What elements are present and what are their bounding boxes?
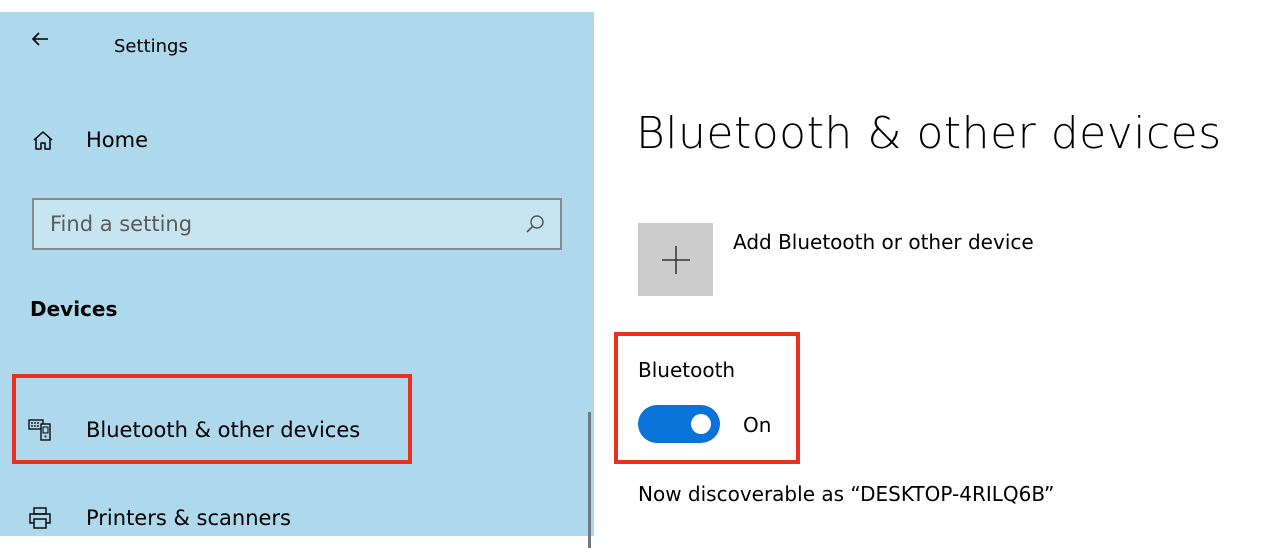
sidebar-scrollbar[interactable] (588, 412, 591, 548)
search-icon[interactable] (524, 213, 546, 235)
app-title: Settings (114, 36, 188, 57)
toggle-knob (691, 414, 711, 434)
discoverable-status: Now discoverable as “DESKTOP-4RILQ6B” (638, 482, 1055, 506)
add-device-label[interactable]: Add Bluetooth or other device (733, 230, 1034, 254)
sidebar-item-printers[interactable]: Printers & scanners (28, 498, 291, 538)
search-placeholder: Find a setting (50, 212, 193, 236)
page-title: Bluetooth & other devices (636, 108, 1222, 159)
keyboard-phone-icon (28, 418, 52, 442)
bluetooth-label: Bluetooth (638, 358, 736, 382)
printer-icon (28, 506, 52, 530)
search-input[interactable]: Find a setting (32, 198, 562, 250)
back-arrow-icon[interactable] (30, 29, 50, 49)
sidebar-item-label: Bluetooth & other devices (86, 418, 361, 442)
sidebar: Settings Home Find a setting Devices Blu… (0, 12, 594, 548)
add-device-button[interactable] (638, 223, 713, 296)
sidebar-item-label: Home (86, 128, 149, 152)
highlight-annotation-toggle (614, 332, 800, 464)
home-icon (32, 129, 54, 151)
plus-icon (661, 245, 690, 274)
bluetooth-toggle[interactable] (638, 405, 720, 443)
sidebar-item-bluetooth[interactable]: Bluetooth & other devices (28, 410, 360, 450)
section-heading: Devices (30, 297, 118, 321)
sidebar-item-label: Printers & scanners (86, 506, 291, 530)
sidebar-item-home[interactable]: Home (32, 124, 148, 156)
toggle-state-label: On (743, 413, 772, 437)
